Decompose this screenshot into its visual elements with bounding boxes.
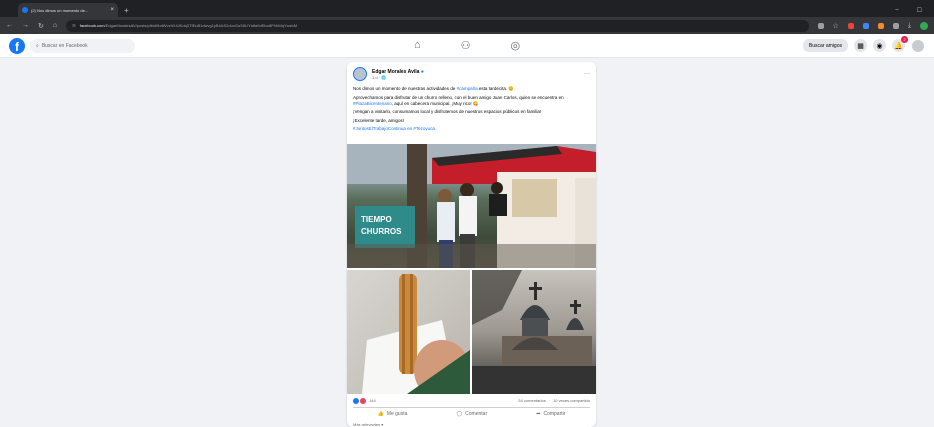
groups-nav-icon[interactable]: ◎ <box>511 39 521 52</box>
site-info-icon[interactable]: ☰ <box>72 23 76 28</box>
forward-icon[interactable]: → <box>22 22 29 29</box>
notifications-bell-icon[interactable]: 🔔 2 <box>892 36 908 52</box>
share-arrow-icon: ➦ <box>536 411 541 417</box>
verified-badge-icon: ● <box>420 68 424 75</box>
like-label: Me gusta <box>386 411 408 417</box>
post-paragraph: ¡Excelente tarde, amigos! <box>353 117 405 123</box>
post-card: Edgar Morales Avila ● 1 d · 🌐 ··· Nos di… <box>347 62 596 427</box>
extension-blue-icon[interactable] <box>862 22 869 29</box>
reload-icon[interactable]: ↻ <box>38 22 44 30</box>
search-placeholder: Buscar en Facebook <box>41 42 88 49</box>
hashtag-link[interactable]: #JuntosElTrabajoContinua <box>353 126 406 131</box>
post-options-icon[interactable]: ··· <box>584 71 590 77</box>
author-avatar[interactable] <box>353 67 367 81</box>
friends-nav-icon[interactable]: ⚇ <box>461 39 471 52</box>
tab-close-icon[interactable]: × <box>110 7 114 13</box>
right-nav: Buscar amigos ▦ ◉ 🔔 2 <box>802 36 925 53</box>
comment-label: Comentar <box>465 411 488 417</box>
post-stats: 144 54 comentarios · 10 veces compartido <box>353 396 590 405</box>
extension-icon[interactable] <box>817 22 824 29</box>
post-header: Edgar Morales Avila ● 1 d · 🌐 ··· <box>347 62 596 83</box>
tab-title: (2) Nos dimos un momento de... <box>31 7 89 13</box>
back-icon[interactable]: ← <box>6 22 13 29</box>
search-icon: ⌕ <box>36 42 39 49</box>
love-reaction-icon <box>360 397 366 404</box>
post-meta[interactable]: 1 d · 🌐 <box>372 75 424 80</box>
facebook-top-nav: f ⌕ Buscar en Facebook ⌂ ⚇ ◎ Buscar amig… <box>0 34 934 58</box>
svg-text:TIEMPO: TIEMPO <box>361 215 392 224</box>
share-label: Compartir <box>543 411 566 417</box>
hashtag-link[interactable]: #PlazaBicentenario <box>353 101 392 106</box>
home-nav-icon[interactable]: ⌂ <box>414 39 421 52</box>
facebook-search-input[interactable]: ⌕ Buscar en Facebook <box>30 38 135 53</box>
post-paragraph: Nos dimos un momento de nuestras activid… <box>353 86 514 91</box>
downloads-icon[interactable]: ⤓ <box>908 22 911 30</box>
shares-count[interactable]: 10 veces compartido <box>553 398 590 403</box>
post-paragraph: ¡Vengan a visitarlo, consumamos local y … <box>353 109 542 114</box>
comment-button[interactable]: ◯ Comentar <box>457 411 488 417</box>
address-bar[interactable]: ☰ facebook.com /EdgarMoralesAV/posts/pfb… <box>66 19 809 32</box>
post-paragraph: #JuntosElTrabajoContinua en #Tezoyuca. <box>353 126 437 131</box>
extension-red-icon[interactable] <box>847 22 854 29</box>
facebook-logo-icon[interactable]: f <box>9 37 25 54</box>
like-reaction-icon <box>353 397 359 404</box>
comments-sort-label[interactable]: Más relevantes ▾ <box>353 422 383 427</box>
menu-grid-icon[interactable]: ▦ <box>854 39 867 52</box>
post-text: Nos dimos un momento de nuestras activid… <box>347 83 596 132</box>
find-friends-button[interactable]: Buscar amigos <box>802 39 848 52</box>
post-actions: 👍 Me gusta ◯ Comentar ➦ Compartir <box>353 407 590 420</box>
like-button[interactable]: 👍 Me gusta <box>378 411 408 417</box>
main-nav-icons: ⌂ ⚇ ◎ <box>414 39 520 52</box>
bookmark-star-icon[interactable]: ☆ <box>833 22 839 30</box>
photo-church[interactable] <box>472 270 596 394</box>
browser-tab[interactable]: (2) Nos dimos un momento de... × <box>18 3 118 17</box>
photo-churro-hand[interactable] <box>347 270 470 394</box>
comment-bubble-icon: ◯ <box>456 411 463 417</box>
author-name[interactable]: Edgar Morales Avila <box>372 69 419 75</box>
author-name-row: Edgar Morales Avila ● <box>372 69 424 75</box>
window-controls: – ☐ <box>895 7 934 14</box>
profile-icon[interactable] <box>920 21 928 30</box>
url-path: /EdgarMoralesAV/posts/pfbid0bdWvzhX4JKdq… <box>104 23 298 28</box>
extensions-area: ☆ ⤓ <box>817 21 928 30</box>
maximize-button[interactable]: ☐ <box>917 7 922 14</box>
hashtag-link[interactable]: #campaña <box>457 86 478 91</box>
browser-toolbar: ← → ↻ ⌂ ☰ facebook.com /EdgarMoralesAV/p… <box>0 17 934 34</box>
photo-gallery: TIEMPO CHURROS <box>347 144 596 394</box>
reactions-icons[interactable] <box>353 397 366 404</box>
new-tab-button[interactable]: + <box>124 6 129 15</box>
minimize-button[interactable]: – <box>895 7 898 14</box>
home-icon[interactable]: ⌂ <box>53 22 57 29</box>
thumbs-up-icon: 👍 <box>377 411 384 417</box>
svg-text:CHURROS: CHURROS <box>361 227 402 236</box>
photo-churro-stand[interactable]: TIEMPO CHURROS <box>347 144 596 268</box>
share-button[interactable]: ➦ Compartir <box>536 411 565 417</box>
reactions-count[interactable]: 144 <box>369 398 376 403</box>
account-avatar[interactable] <box>911 38 925 53</box>
post-paragraph: Aprovechamos para disfrutar de un churro… <box>353 94 564 106</box>
facebook-favicon-icon <box>22 7 28 13</box>
browser-tab-strip: (2) Nos dimos un momento de... × + – ☐ <box>0 0 934 17</box>
notification-badge: 2 <box>901 36 908 43</box>
url-host: facebook.com <box>79 23 105 28</box>
comments-count[interactable]: 54 comentarios <box>518 398 545 403</box>
extension-orange-icon[interactable] <box>877 22 884 29</box>
extensions-puzzle-icon[interactable] <box>892 22 899 29</box>
messenger-icon[interactable]: ◉ <box>873 39 886 52</box>
